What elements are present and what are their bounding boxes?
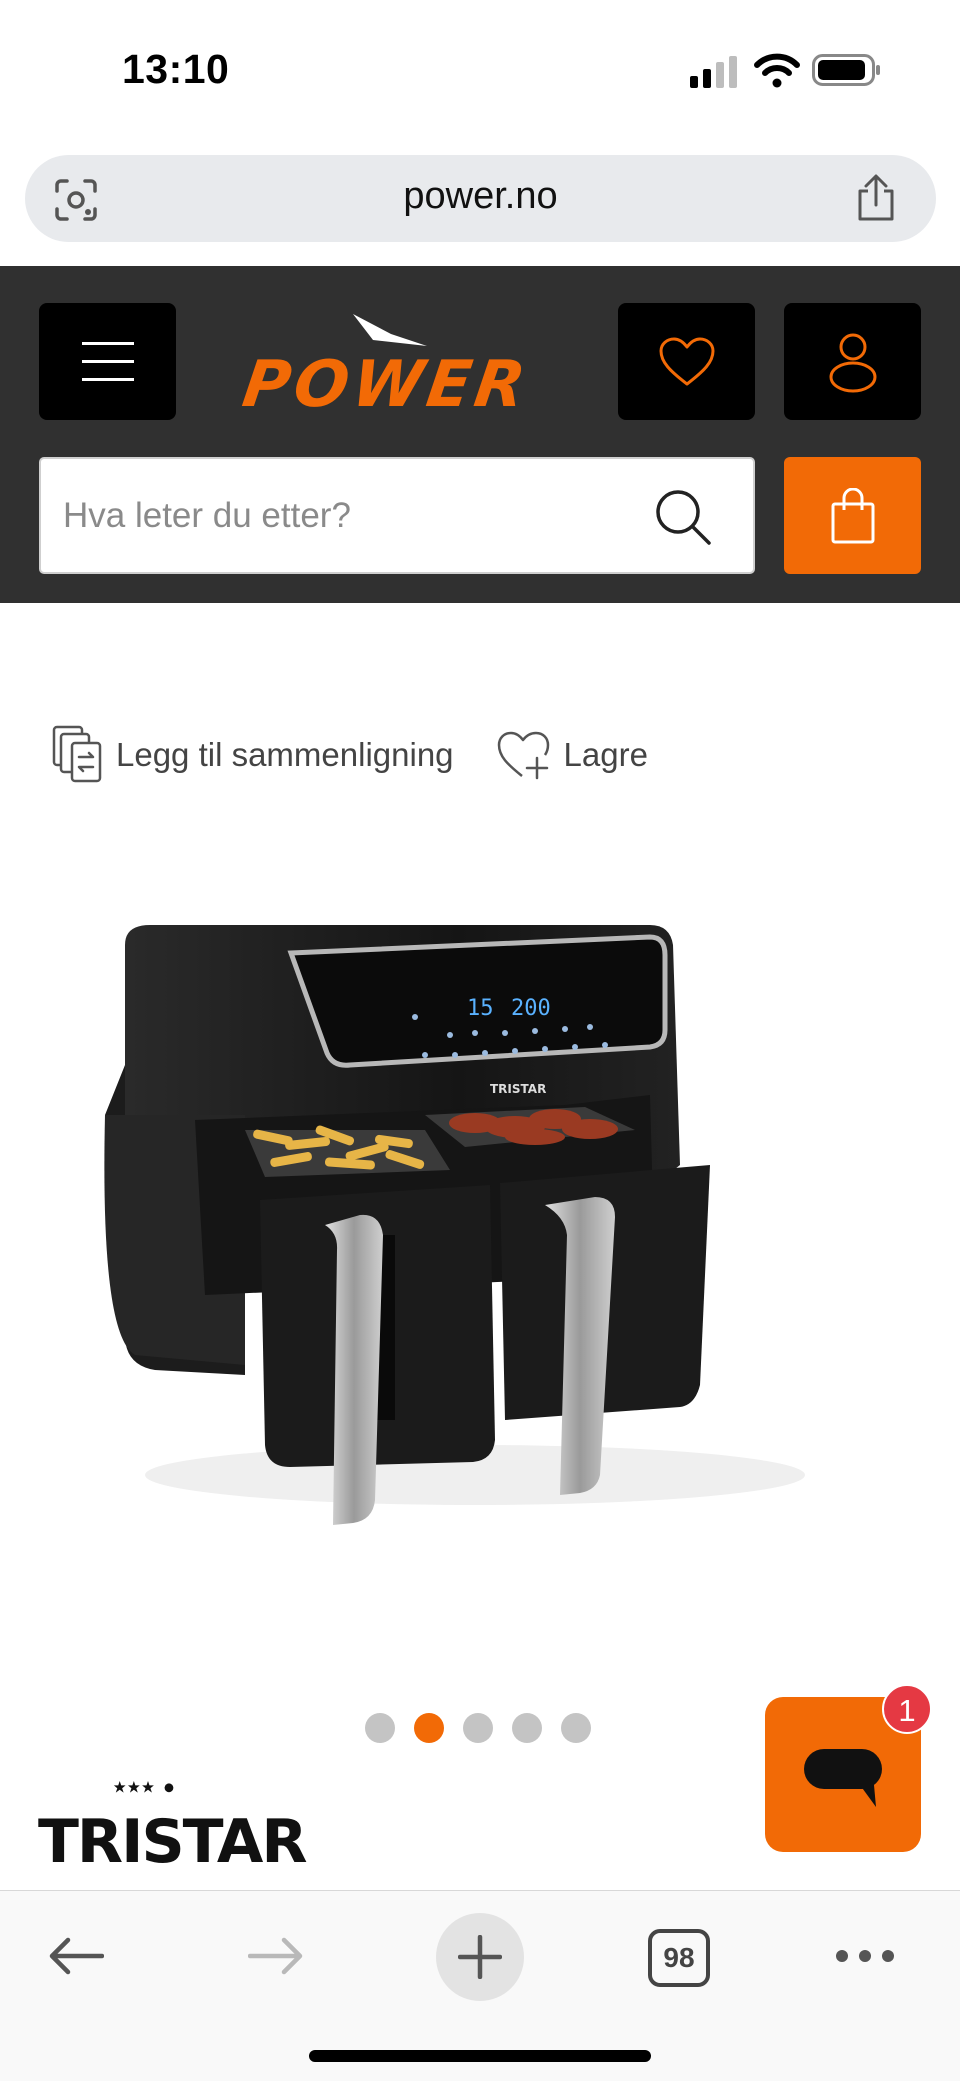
share-icon[interactable] <box>854 173 898 223</box>
new-tab-button[interactable] <box>436 1913 524 2001</box>
display-temp: 200 <box>511 996 551 1021</box>
search-field[interactable] <box>39 457 755 574</box>
forward-arrow-icon <box>248 1937 303 1975</box>
back-button[interactable] <box>40 1921 112 1991</box>
carousel-dots <box>365 1713 610 1743</box>
brand-name[interactable]: TRISTAR <box>38 1807 308 1877</box>
user-icon <box>829 333 876 392</box>
menu-button[interactable] <box>39 303 176 420</box>
site-header: POWER <box>0 266 960 603</box>
signal-icon <box>690 56 737 88</box>
carousel-dot[interactable] <box>365 1713 395 1743</box>
chat-badge: 1 <box>882 1684 932 1734</box>
heart-icon <box>659 337 714 385</box>
tabs-button[interactable]: 98 <box>648 1929 710 1987</box>
wifi-icon <box>754 53 800 88</box>
product-actions: Legg til sammenligning Lagre <box>52 720 690 790</box>
carousel-dot[interactable] <box>512 1713 542 1743</box>
more-button[interactable] <box>830 1931 900 1981</box>
shopping-bag-icon <box>831 487 874 543</box>
heart-plus-icon <box>497 731 549 780</box>
more-icon <box>836 1950 894 1962</box>
compare-button[interactable]: Legg til sammenligning <box>52 725 454 785</box>
forward-button[interactable] <box>240 1921 312 1991</box>
home-indicator <box>309 2050 651 2062</box>
chat-icon <box>804 1749 882 1807</box>
product-image[interactable]: 15 200 TRISTAR <box>95 915 865 1535</box>
device-brand: TRISTAR <box>490 1082 546 1096</box>
display-time: 15 <box>467 996 494 1021</box>
account-button[interactable] <box>784 303 921 420</box>
url-text[interactable]: power.no <box>25 175 936 218</box>
compare-icon <box>52 725 102 783</box>
save-button[interactable]: Lagre <box>496 730 648 780</box>
carousel-dot[interactable] <box>463 1713 493 1743</box>
back-arrow-icon <box>49 1937 104 1975</box>
cart-button[interactable] <box>784 457 921 574</box>
save-label: Lagre <box>563 736 648 773</box>
menu-icon <box>81 341 134 381</box>
search-input[interactable] <box>63 459 663 572</box>
carousel-dot[interactable] <box>561 1713 591 1743</box>
plus-icon <box>458 1935 502 1979</box>
status-bar: 13:10 <box>0 0 960 140</box>
url-bar[interactable]: power.no <box>25 155 936 242</box>
power-logo[interactable]: POWER <box>215 306 580 418</box>
favorites-button[interactable] <box>618 303 755 420</box>
status-time: 13:10 <box>122 46 230 92</box>
logo-text: POWER <box>238 347 533 418</box>
carousel-dot-active[interactable] <box>414 1713 444 1743</box>
battery-icon <box>812 54 880 86</box>
compare-label: Legg til sammenligning <box>116 736 454 773</box>
search-icon[interactable] <box>653 487 713 547</box>
